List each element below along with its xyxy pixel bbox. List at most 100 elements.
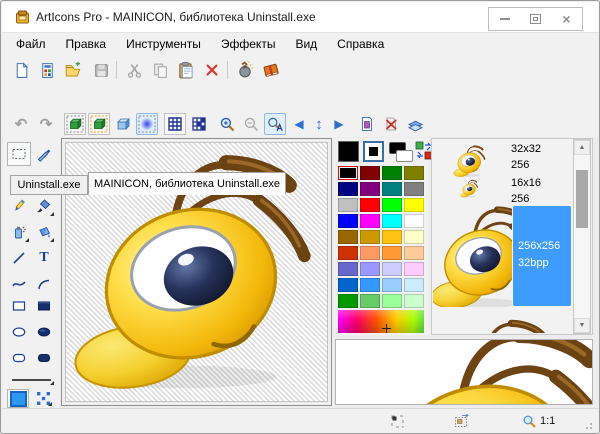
palette-swatch[interactable] bbox=[338, 198, 358, 212]
save-button[interactable] bbox=[90, 59, 112, 81]
palette-swatch[interactable] bbox=[338, 166, 358, 180]
cut-button[interactable] bbox=[123, 59, 145, 81]
redo-button[interactable]: ↷ bbox=[35, 113, 57, 135]
palette-swatch[interactable] bbox=[338, 182, 358, 196]
title-bar[interactable]: ArtIcons Pro - MAINICON, библиотека Unin… bbox=[2, 2, 599, 32]
palette-swatch[interactable] bbox=[404, 230, 424, 244]
zoom-fit-button[interactable] bbox=[264, 113, 286, 135]
background-color-swatch[interactable] bbox=[363, 141, 384, 162]
brush-tool-button[interactable] bbox=[32, 194, 56, 218]
palette-swatch[interactable] bbox=[404, 166, 424, 180]
rectangle-tool-button[interactable] bbox=[7, 294, 31, 318]
palette-swatch[interactable] bbox=[360, 294, 380, 308]
minimize-button[interactable] bbox=[489, 8, 520, 30]
thumbnail-16[interactable] bbox=[460, 179, 479, 198]
menu-view[interactable]: Вид bbox=[285, 35, 327, 53]
icon-size-label[interactable]: 32x32 bbox=[511, 143, 541, 155]
palette-swatch[interactable] bbox=[360, 278, 380, 292]
prev-image-button[interactable]: ◀ bbox=[290, 113, 308, 135]
palette-swatch[interactable] bbox=[404, 214, 424, 228]
test-glass-button[interactable] bbox=[112, 113, 134, 135]
thumbnail-32[interactable] bbox=[453, 144, 487, 178]
copy-button[interactable] bbox=[149, 59, 171, 81]
picker-tool-button[interactable] bbox=[32, 142, 56, 166]
help-button[interactable] bbox=[260, 59, 282, 81]
thumbnail-next-partial[interactable] bbox=[437, 313, 567, 333]
zoom-in-button[interactable] bbox=[216, 113, 238, 135]
grid-button[interactable] bbox=[164, 113, 186, 135]
icon-depth-label[interactable]: 256 bbox=[511, 159, 529, 171]
palette-swatch[interactable] bbox=[360, 182, 380, 196]
curve-tool-button[interactable] bbox=[7, 272, 31, 296]
palette-swatch[interactable] bbox=[360, 166, 380, 180]
palette-swatch[interactable] bbox=[382, 246, 402, 260]
menu-tools[interactable]: Инструменты bbox=[116, 35, 211, 53]
line-tool-button[interactable] bbox=[7, 246, 31, 270]
tab-mainicon[interactable]: MAINICON, библиотека Uninstall.exe bbox=[88, 172, 286, 195]
paste-button[interactable] bbox=[175, 59, 197, 81]
color-spectrum[interactable] bbox=[338, 310, 424, 333]
resize-grip[interactable] bbox=[585, 422, 593, 430]
color-mode-button[interactable] bbox=[7, 389, 29, 408]
palette-swatch[interactable] bbox=[382, 230, 402, 244]
icon-depth-label[interactable]: 256 bbox=[511, 193, 529, 205]
palette-swatch[interactable] bbox=[382, 182, 402, 196]
test-colors-button[interactable] bbox=[88, 113, 110, 135]
test-smooth-button[interactable] bbox=[64, 113, 86, 135]
palette-swatch[interactable] bbox=[360, 246, 380, 260]
palette-swatch[interactable] bbox=[338, 230, 358, 244]
palette-swatch[interactable] bbox=[360, 214, 380, 228]
palette-swatch[interactable] bbox=[404, 182, 424, 196]
wizard-button[interactable] bbox=[234, 59, 256, 81]
undo-button[interactable]: ↶ bbox=[10, 113, 32, 135]
palette-swatch[interactable] bbox=[382, 262, 402, 276]
select-tool-button[interactable] bbox=[7, 142, 31, 166]
layers-button[interactable] bbox=[404, 113, 426, 135]
menu-effects[interactable]: Эффекты bbox=[211, 35, 286, 53]
palette-swatch[interactable] bbox=[360, 230, 380, 244]
palette-swatch[interactable] bbox=[382, 214, 402, 228]
palette-swatch[interactable] bbox=[382, 166, 402, 180]
delete-image-button[interactable] bbox=[380, 113, 402, 135]
palette-swatch[interactable] bbox=[404, 294, 424, 308]
delete-button[interactable] bbox=[201, 59, 223, 81]
icon-size-label[interactable]: 16x16 bbox=[511, 177, 541, 189]
scrollbar-thumb[interactable] bbox=[576, 170, 588, 228]
foreground-color-swatch[interactable] bbox=[338, 141, 359, 162]
fill-tool-button[interactable] bbox=[32, 220, 56, 244]
maximize-button[interactable] bbox=[520, 8, 551, 30]
rounded-rect-tool-button[interactable] bbox=[7, 346, 31, 370]
palette-swatch[interactable] bbox=[338, 214, 358, 228]
icon-size-selected-badge[interactable]: 256x256 32bpp bbox=[513, 206, 571, 306]
grid-pattern-button[interactable] bbox=[188, 113, 210, 135]
pencil-tool-button[interactable] bbox=[7, 194, 31, 218]
line-width-selector[interactable] bbox=[7, 372, 56, 387]
menu-help[interactable]: Справка bbox=[327, 35, 394, 53]
palette-swatch[interactable] bbox=[360, 262, 380, 276]
test-blur-button[interactable] bbox=[136, 113, 158, 135]
filled-rectangle-tool-button[interactable] bbox=[32, 294, 56, 318]
open-button[interactable] bbox=[62, 59, 84, 81]
menu-file[interactable]: Файл bbox=[6, 35, 56, 53]
next-image-button[interactable]: ▶ bbox=[330, 113, 348, 135]
spray-tool-button[interactable] bbox=[7, 220, 31, 244]
palette-swatch[interactable] bbox=[404, 198, 424, 212]
filled-rounded-rect-tool-button[interactable] bbox=[32, 346, 56, 370]
thumbnail-256[interactable] bbox=[433, 204, 512, 307]
icon-list-scrollbar[interactable]: ▲ ▼ bbox=[573, 139, 591, 334]
palette-swatch[interactable] bbox=[404, 278, 424, 292]
scroll-up-button[interactable]: ▲ bbox=[574, 140, 590, 155]
palette-swatch[interactable] bbox=[382, 198, 402, 212]
palette-swatch[interactable] bbox=[382, 278, 402, 292]
tab-uninstall-exe[interactable]: Uninstall.exe bbox=[10, 175, 88, 195]
palette-swatch[interactable] bbox=[404, 246, 424, 260]
arc-tool-button[interactable] bbox=[32, 272, 56, 296]
fg-bg-indicator[interactable] bbox=[389, 142, 413, 161]
zoom-out-button[interactable] bbox=[240, 113, 262, 135]
palette-swatch[interactable] bbox=[338, 246, 358, 260]
menu-edit[interactable]: Правка bbox=[56, 35, 117, 53]
new-icon-button[interactable] bbox=[10, 59, 32, 81]
text-tool-button[interactable]: T bbox=[32, 246, 56, 270]
dither-pattern-button[interactable] bbox=[32, 389, 54, 408]
new-image-button[interactable] bbox=[356, 113, 378, 135]
